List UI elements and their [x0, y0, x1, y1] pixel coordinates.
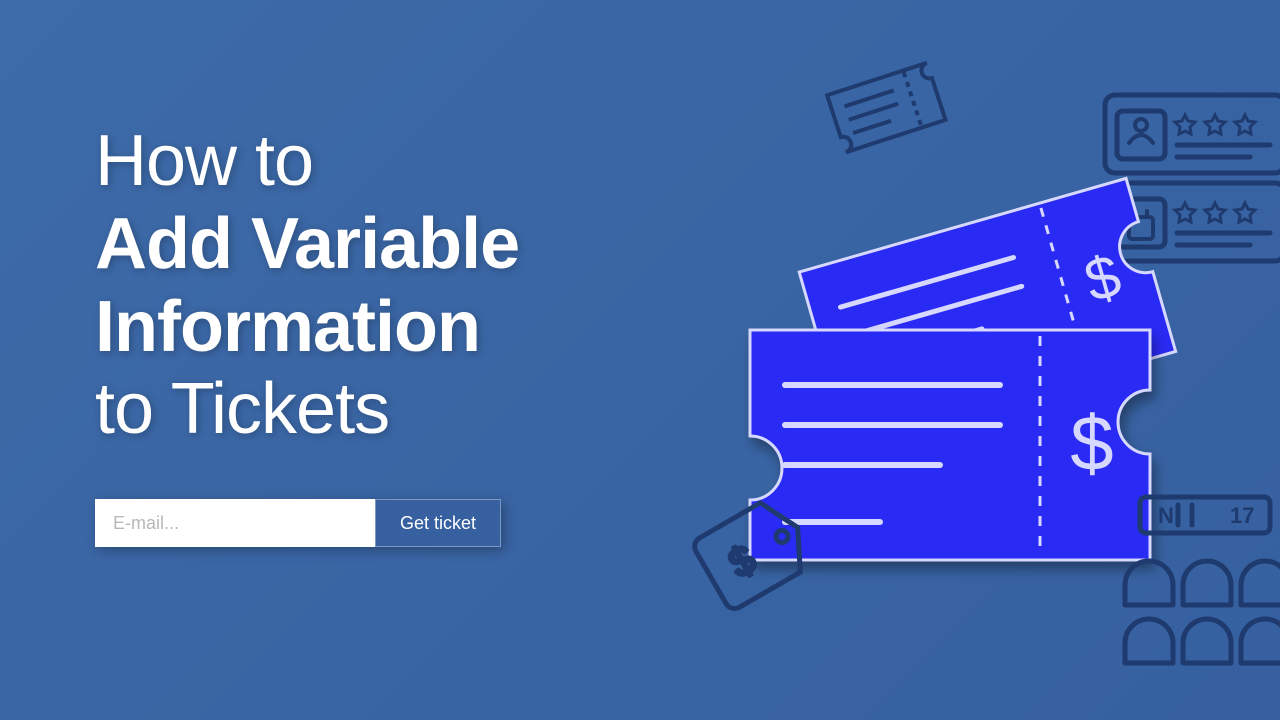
price-tag-icon: $: [675, 480, 825, 630]
heading-line-3: Information: [95, 286, 519, 369]
heading-line-2: Add Variable: [95, 203, 519, 286]
signup-form: Get ticket: [95, 499, 519, 547]
svg-text:$: $: [1070, 399, 1113, 487]
heading-line-4: to Tickets: [95, 368, 519, 451]
svg-text:17: 17: [1230, 503, 1254, 528]
page-title: How to Add Variable Information to Ticke…: [95, 120, 519, 451]
ticket-outline-icon: [820, 55, 970, 165]
svg-text:N: N: [1158, 503, 1174, 528]
get-ticket-button[interactable]: Get ticket: [375, 499, 501, 547]
theater-seats-icon: N 17: [1100, 485, 1280, 685]
email-field[interactable]: [95, 499, 375, 547]
illustration-group: $ $ $ N: [640, 0, 1280, 720]
svg-text:$: $: [722, 537, 763, 586]
heading-line-1: How to: [95, 120, 519, 203]
